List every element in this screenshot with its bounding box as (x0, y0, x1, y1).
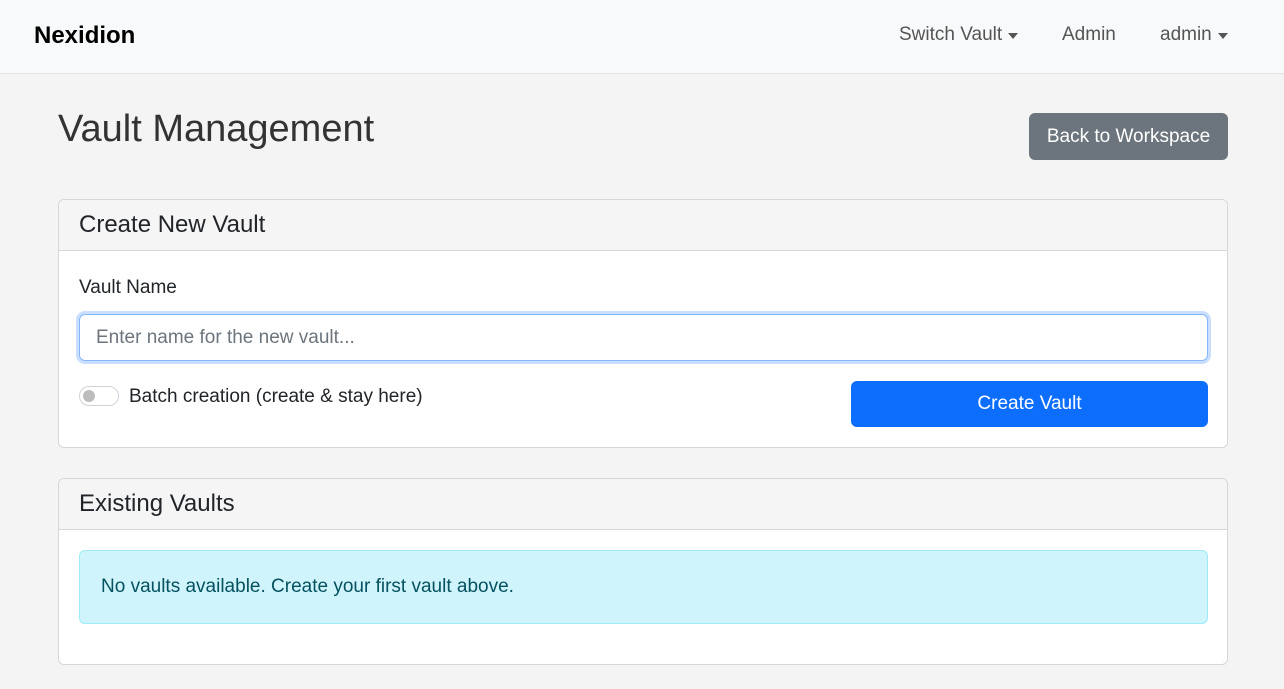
caret-down-icon (1217, 32, 1228, 39)
vault-name-input[interactable] (79, 314, 1208, 361)
toggle-knob (83, 390, 95, 402)
batch-creation-toggle[interactable] (79, 386, 119, 406)
existing-vaults-card: Existing Vaults No vaults available. Cre… (58, 478, 1228, 665)
empty-vaults-alert: No vaults available. Create your first v… (79, 550, 1208, 624)
create-vault-card-title: Create New Vault (79, 211, 266, 238)
brand-logo[interactable]: Nexidion (34, 22, 135, 50)
admin-link[interactable]: Admin (1062, 24, 1116, 46)
back-to-workspace-button[interactable]: Back to Workspace (1029, 113, 1228, 160)
existing-vaults-card-title: Existing Vaults (79, 490, 235, 517)
caret-down-icon (1008, 32, 1019, 39)
empty-vaults-message: No vaults available. Create your first v… (101, 576, 514, 597)
existing-vaults-card-header: Existing Vaults (59, 479, 1227, 530)
user-menu-dropdown[interactable]: admin (1160, 24, 1228, 46)
vault-name-label: Vault Name (79, 277, 177, 298)
create-vault-card: Create New Vault Vault Name Batch creati… (58, 199, 1228, 448)
create-vault-card-header: Create New Vault (59, 200, 1227, 251)
page-title: Vault Management (58, 108, 375, 150)
top-navbar: Nexidion Switch Vault Admin admin (0, 0, 1284, 74)
batch-creation-label: Batch creation (create & stay here) (129, 386, 423, 407)
user-menu-label: admin (1160, 24, 1212, 45)
create-vault-button[interactable]: Create Vault (851, 381, 1208, 427)
switch-vault-dropdown[interactable]: Switch Vault (899, 24, 1019, 46)
admin-link-label: Admin (1062, 24, 1116, 45)
switch-vault-label: Switch Vault (899, 24, 1003, 45)
